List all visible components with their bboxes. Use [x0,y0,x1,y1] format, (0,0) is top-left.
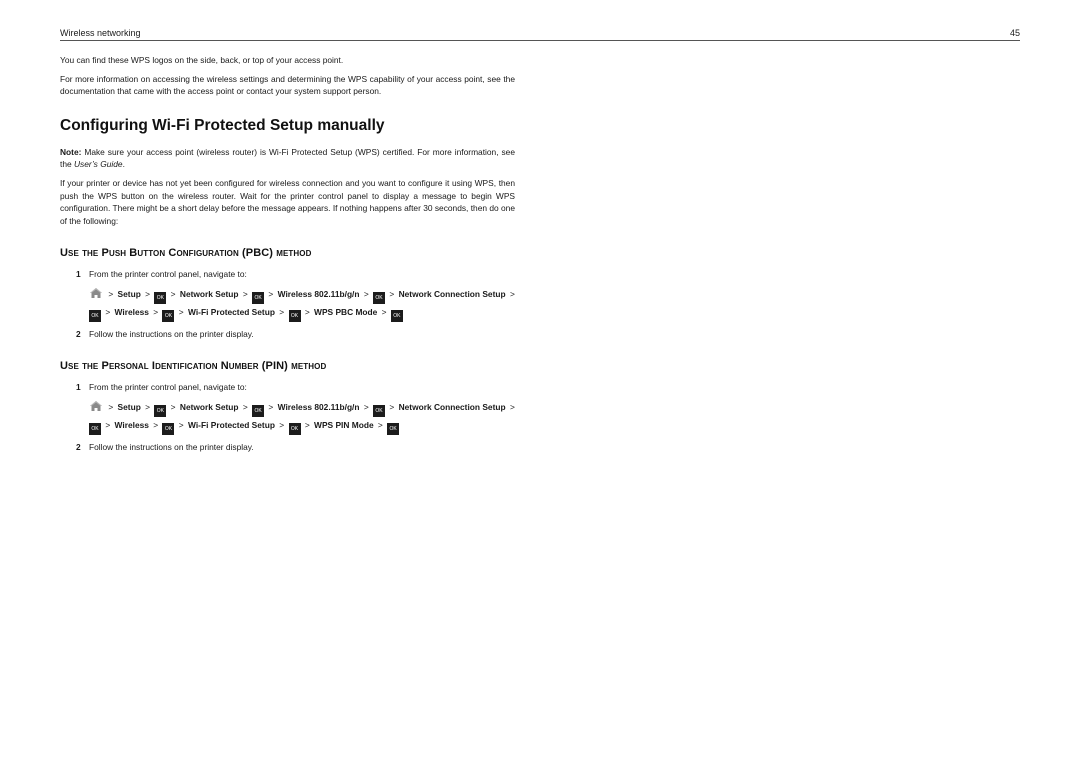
separator: > [106,402,116,413]
ok-button-icon: OK [387,423,400,436]
separator: > [176,420,187,431]
separator: > [507,402,515,413]
separator: > [379,307,389,318]
pin-step-2: 2 Follow the instructions on the printer… [60,441,515,453]
menu-item-label: Wireless 802.11b/g/n [277,289,360,300]
step-number: 2 [76,442,81,453]
separator: > [168,289,178,300]
step-text: Follow the instructions on the printer d… [89,329,254,340]
page-content: You can find these WPS logos on the side… [60,54,515,459]
separator: > [103,420,113,431]
intro-paragraph-logos: You can find these WPS logos on the side… [60,55,344,65]
section-title: Configuring Wi‑Fi Protected Setup manual… [60,116,385,134]
separator: > [361,402,372,413]
menu-item-label: Network Connection Setup [398,402,506,413]
intro-paragraph-more-info: For more information on accessing the wi… [60,73,515,97]
step-number: 1 [76,269,81,280]
menu-item-label: Network Connection Setup [398,289,506,300]
separator: > [266,402,276,413]
ok-button-icon: OK [89,310,101,323]
page-number: 45 [1009,28,1020,38]
separator: > [103,307,113,318]
page-header: Wireless networking 45 [60,28,1020,41]
separator: > [361,289,372,300]
menu-item-label: Setup [117,402,141,413]
separator: > [276,307,287,318]
note-text-end: . [122,159,125,170]
menu-item-label: WPS PIN Mode [314,420,374,431]
menu-item-label: Wi‑Fi Protected Setup [188,307,275,318]
step-number: 1 [76,382,81,393]
menu-item-label: Network Setup [179,402,239,413]
step-text: Follow the instructions on the printer d… [89,442,254,453]
ok-button-icon: OK [288,423,301,436]
instructions-paragraph: If your printer or device has not yet be… [60,177,515,226]
ok-button-icon: OK [252,292,265,305]
menu-item-label: WPS PBC Mode [314,307,378,318]
step-number: 2 [76,329,81,340]
separator: > [387,402,397,413]
ok-button-icon: OK [390,310,403,323]
menu-item-label: Wireless 802.11b/g/n [277,402,360,413]
ok-button-icon: OK [288,310,301,323]
separator: > [302,420,313,431]
separator: > [387,289,397,300]
separator: > [375,420,386,431]
note-label: Note: [60,146,82,157]
separator: > [168,402,178,413]
separator: > [240,289,251,300]
menu-item-label: Wireless [114,420,149,431]
separator: > [276,420,287,431]
running-title: Wireless networking [60,28,141,38]
menu-item-label: Network Setup [179,289,239,300]
pin-steps: 1 From the printer control panel, naviga… [60,381,515,453]
pin-method-heading: Use the Personal Identification Number (… [60,360,327,373]
separator: > [142,402,153,413]
ok-button-icon: OK [154,405,167,418]
step-text: From the printer control panel, navigate… [89,382,247,393]
pbc-step-2: 2 Follow the instructions on the printer… [60,328,515,340]
ok-button-icon: OK [252,405,265,418]
separator: > [507,289,515,300]
separator: > [150,420,161,431]
menu-item-label: Wireless [114,307,149,318]
ok-button-icon: OK [89,423,101,436]
note-text: Make sure your access point (wireless ro… [60,146,515,170]
separator: > [266,289,276,300]
menu-item-label: Setup [117,289,141,300]
separator: > [150,307,161,318]
users-guide-reference: User’s Guide [73,159,123,170]
home-icon [89,287,103,299]
ok-button-icon: OK [373,292,386,305]
pin-step-1: 1 From the printer control panel, naviga… [60,381,515,436]
pbc-steps: 1 From the printer control panel, naviga… [60,268,515,340]
separator: > [106,289,116,300]
separator: > [176,307,187,318]
ok-button-icon: OK [154,292,167,305]
ok-button-icon: OK [162,423,175,436]
ok-button-icon: OK [373,405,386,418]
pin-navigation-path: > Setup > OK > Network Setup > OK > Wire… [89,399,515,436]
home-icon [89,400,103,412]
separator: > [240,402,251,413]
step-text: From the printer control panel, navigate… [89,269,247,280]
pbc-navigation-path: > Setup > OK > Network Setup > OK > Wire… [89,286,515,323]
menu-item-label: Wi‑Fi Protected Setup [188,420,275,431]
separator: > [302,307,313,318]
pbc-method-heading: Use the Push Button Configuration (PBC) … [60,247,312,260]
ok-button-icon: OK [162,310,175,323]
separator: > [142,289,153,300]
note-paragraph: Note: Make sure your access point (wirel… [60,146,515,171]
pbc-step-1: 1 From the printer control panel, naviga… [60,268,515,323]
